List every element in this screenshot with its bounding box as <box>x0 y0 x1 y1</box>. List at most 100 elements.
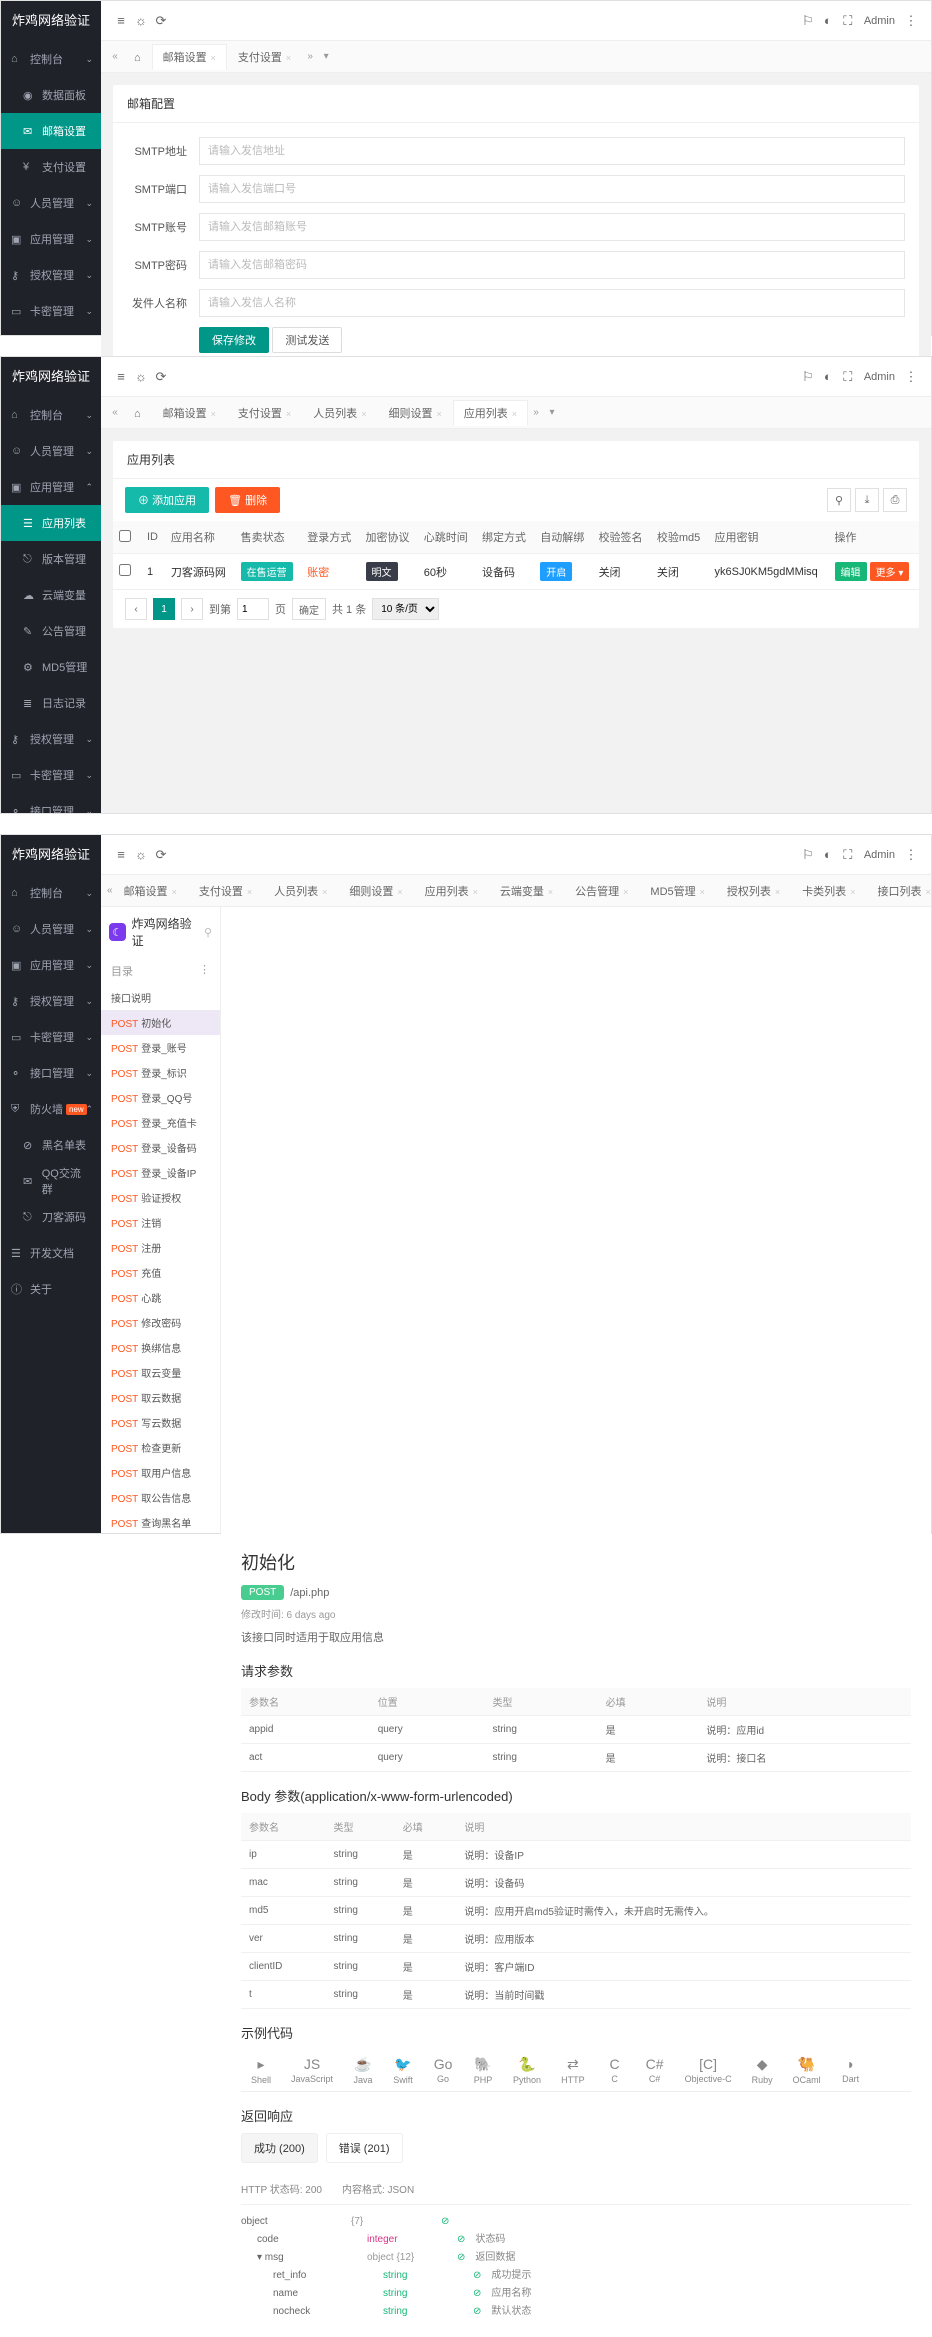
more-icon[interactable]: ⋮ <box>901 847 921 863</box>
sun-icon[interactable]: ☼ <box>131 369 151 384</box>
nav-about[interactable]: ⓘ关于 <box>1 1271 101 1307</box>
doc-item[interactable]: POST换绑信息 <box>101 1335 220 1360</box>
doc-item[interactable]: POST修改密码 <box>101 1310 220 1335</box>
more-icon[interactable]: ⋮ <box>901 13 921 29</box>
tab-home[interactable]: ⌂ <box>123 400 152 426</box>
nav-card[interactable]: ▭卡密管理⌄ <box>1 1019 101 1055</box>
doc-item[interactable]: POST验证授权 <box>101 1185 220 1210</box>
nav-version[interactable]: ⎋版本管理 <box>1 541 101 577</box>
code-lang-tab[interactable]: 🐘PHP <box>463 2050 503 2091</box>
tab-people[interactable]: 人员列表× <box>302 400 377 426</box>
tabs-next-icon[interactable]: » <box>302 51 318 62</box>
tab-mail[interactable]: 邮箱设置× <box>152 400 227 426</box>
message-icon[interactable]: ⚐ <box>798 369 818 385</box>
search-icon[interactable]: ⚲ <box>204 926 212 939</box>
nav-md5[interactable]: ⚙MD5管理 <box>1 649 101 685</box>
message-icon[interactable]: ⚐ <box>798 847 818 863</box>
select-all-checkbox[interactable] <box>119 530 131 542</box>
nav-app[interactable]: ▣应用管理⌄ <box>1 221 101 257</box>
theme-icon[interactable]: ◐ <box>818 369 838 384</box>
tab-rules[interactable]: 细则设置× <box>377 400 452 426</box>
tab-notice[interactable]: 公告管理× <box>564 878 639 904</box>
tabs-menu-icon[interactable]: ▾ <box>544 407 560 418</box>
doc-item[interactable]: POST取公告信息 <box>101 1485 220 1510</box>
pager-page-1[interactable]: 1 <box>153 598 175 620</box>
nav-log[interactable]: ≣日志记录 <box>1 685 101 721</box>
message-icon[interactable]: ⚐ <box>798 13 818 29</box>
add-app-button[interactable]: ⊕ 添加应用 <box>125 487 209 513</box>
nav-people[interactable]: ☺人员管理⌄ <box>1 433 101 469</box>
input-smtp-port[interactable] <box>199 175 905 203</box>
code-lang-tab[interactable]: [C]Objective-C <box>675 2050 742 2091</box>
input-smtp-host[interactable] <box>199 137 905 165</box>
code-lang-tab[interactable]: C#C# <box>635 2050 675 2091</box>
tab-authlist[interactable]: 授权列表× <box>716 878 791 904</box>
tab-apilist[interactable]: 接口列表× <box>866 878 931 904</box>
theme-icon[interactable]: ◐ <box>818 13 838 28</box>
tab-rules[interactable]: 细则设置× <box>338 878 413 904</box>
code-lang-tab[interactable]: JSJavaScript <box>281 2050 343 2091</box>
tab-app-list[interactable]: 应用列表× <box>453 400 528 426</box>
tabs-prev-icon[interactable]: « <box>107 407 123 418</box>
nav-dashboard[interactable]: ◉数据面板 <box>1 77 101 113</box>
tabs-next-icon[interactable]: » <box>528 407 544 418</box>
doc-item[interactable]: POST登录_标识 <box>101 1060 220 1085</box>
doc-item[interactable]: POST检查更新 <box>101 1435 220 1460</box>
doc-item[interactable]: POST充值 <box>101 1260 220 1285</box>
doc-item[interactable]: POST注册 <box>101 1235 220 1260</box>
close-icon[interactable]: × <box>286 53 291 63</box>
nav-docs[interactable]: ☰开发文档 <box>1 1235 101 1271</box>
user-menu[interactable]: Admin <box>864 15 895 27</box>
row-checkbox[interactable] <box>119 564 131 576</box>
tab-pay[interactable]: 支付设置× <box>227 400 302 426</box>
nav-pay-settings[interactable]: ¥支付设置 <box>1 149 101 185</box>
nav-console[interactable]: ⌂控制台⌄ <box>1 41 101 77</box>
user-menu[interactable]: Admin <box>864 849 895 861</box>
tab-mail[interactable]: 邮箱设置× <box>152 44 227 70</box>
close-icon[interactable]: × <box>211 53 216 63</box>
menu-toggle-icon[interactable]: ≡ <box>111 847 131 862</box>
code-lang-tab[interactable]: GoGo <box>423 2050 463 2091</box>
more-icon[interactable]: ⋮ <box>199 963 210 979</box>
fullscreen-icon[interactable]: ⛶ <box>838 13 858 29</box>
nav-api[interactable]: ⚬接口管理⌄ <box>1 329 101 335</box>
pager-size-select[interactable]: 10 条/页 <box>372 598 439 620</box>
code-lang-tab[interactable]: ◗Dart <box>831 2050 871 2091</box>
code-lang-tab[interactable]: ▸Shell <box>241 2050 281 2091</box>
nav-cloud-var[interactable]: ☁云端变量 <box>1 577 101 613</box>
input-smtp-pass[interactable] <box>199 251 905 279</box>
nav-app-list[interactable]: ☰应用列表 <box>1 505 101 541</box>
code-lang-tab[interactable]: ◆Ruby <box>742 2050 783 2091</box>
filter-icon[interactable]: ⚲ <box>827 488 851 512</box>
fullscreen-icon[interactable]: ⛶ <box>838 369 858 385</box>
doc-item[interactable]: POST登录_QQ号 <box>101 1085 220 1110</box>
edit-button[interactable]: 编辑 <box>835 562 867 581</box>
doc-item[interactable]: POST初始化 <box>101 1010 220 1035</box>
tab-people[interactable]: 人员列表× <box>263 878 338 904</box>
nav-api[interactable]: ⚬接口管理⌄ <box>1 793 101 813</box>
doc-item[interactable]: POST心跳 <box>101 1285 220 1310</box>
doc-item[interactable]: POST登录_设备码 <box>101 1135 220 1160</box>
tab-pay[interactable]: 支付设置× <box>227 44 302 70</box>
input-smtp-user[interactable] <box>199 213 905 241</box>
tab-pay[interactable]: 支付设置× <box>188 878 263 904</box>
refresh-icon[interactable]: ⟳ <box>151 369 171 385</box>
resp-tab-200[interactable]: 成功 (200) <box>241 2133 318 2163</box>
doc-item[interactable]: 接口说明 <box>101 985 220 1010</box>
tab-cloudvar[interactable]: 云端变量× <box>489 878 564 904</box>
doc-item[interactable]: POST登录_充值卡 <box>101 1110 220 1135</box>
code-lang-tab[interactable]: 🐦Swift <box>383 2050 423 2091</box>
resp-tab-201[interactable]: 错误 (201) <box>326 2133 403 2163</box>
fullscreen-icon[interactable]: ⛶ <box>838 847 858 863</box>
nav-auth[interactable]: ⚷授权管理⌄ <box>1 257 101 293</box>
pager-next[interactable]: › <box>181 598 203 620</box>
theme-icon[interactable]: ◐ <box>818 847 838 862</box>
menu-toggle-icon[interactable]: ≡ <box>111 13 131 28</box>
nav-console[interactable]: ⌂控制台⌄ <box>1 875 101 911</box>
nav-notice[interactable]: ✎公告管理 <box>1 613 101 649</box>
nav-source[interactable]: ⎋刀客源码 <box>1 1199 101 1235</box>
nav-people[interactable]: ☺人员管理⌄ <box>1 185 101 221</box>
tabs-prev-icon[interactable]: « <box>107 51 123 62</box>
nav-mail-settings[interactable]: ✉邮箱设置 <box>1 113 101 149</box>
print-icon[interactable]: ⎙ <box>883 488 907 512</box>
